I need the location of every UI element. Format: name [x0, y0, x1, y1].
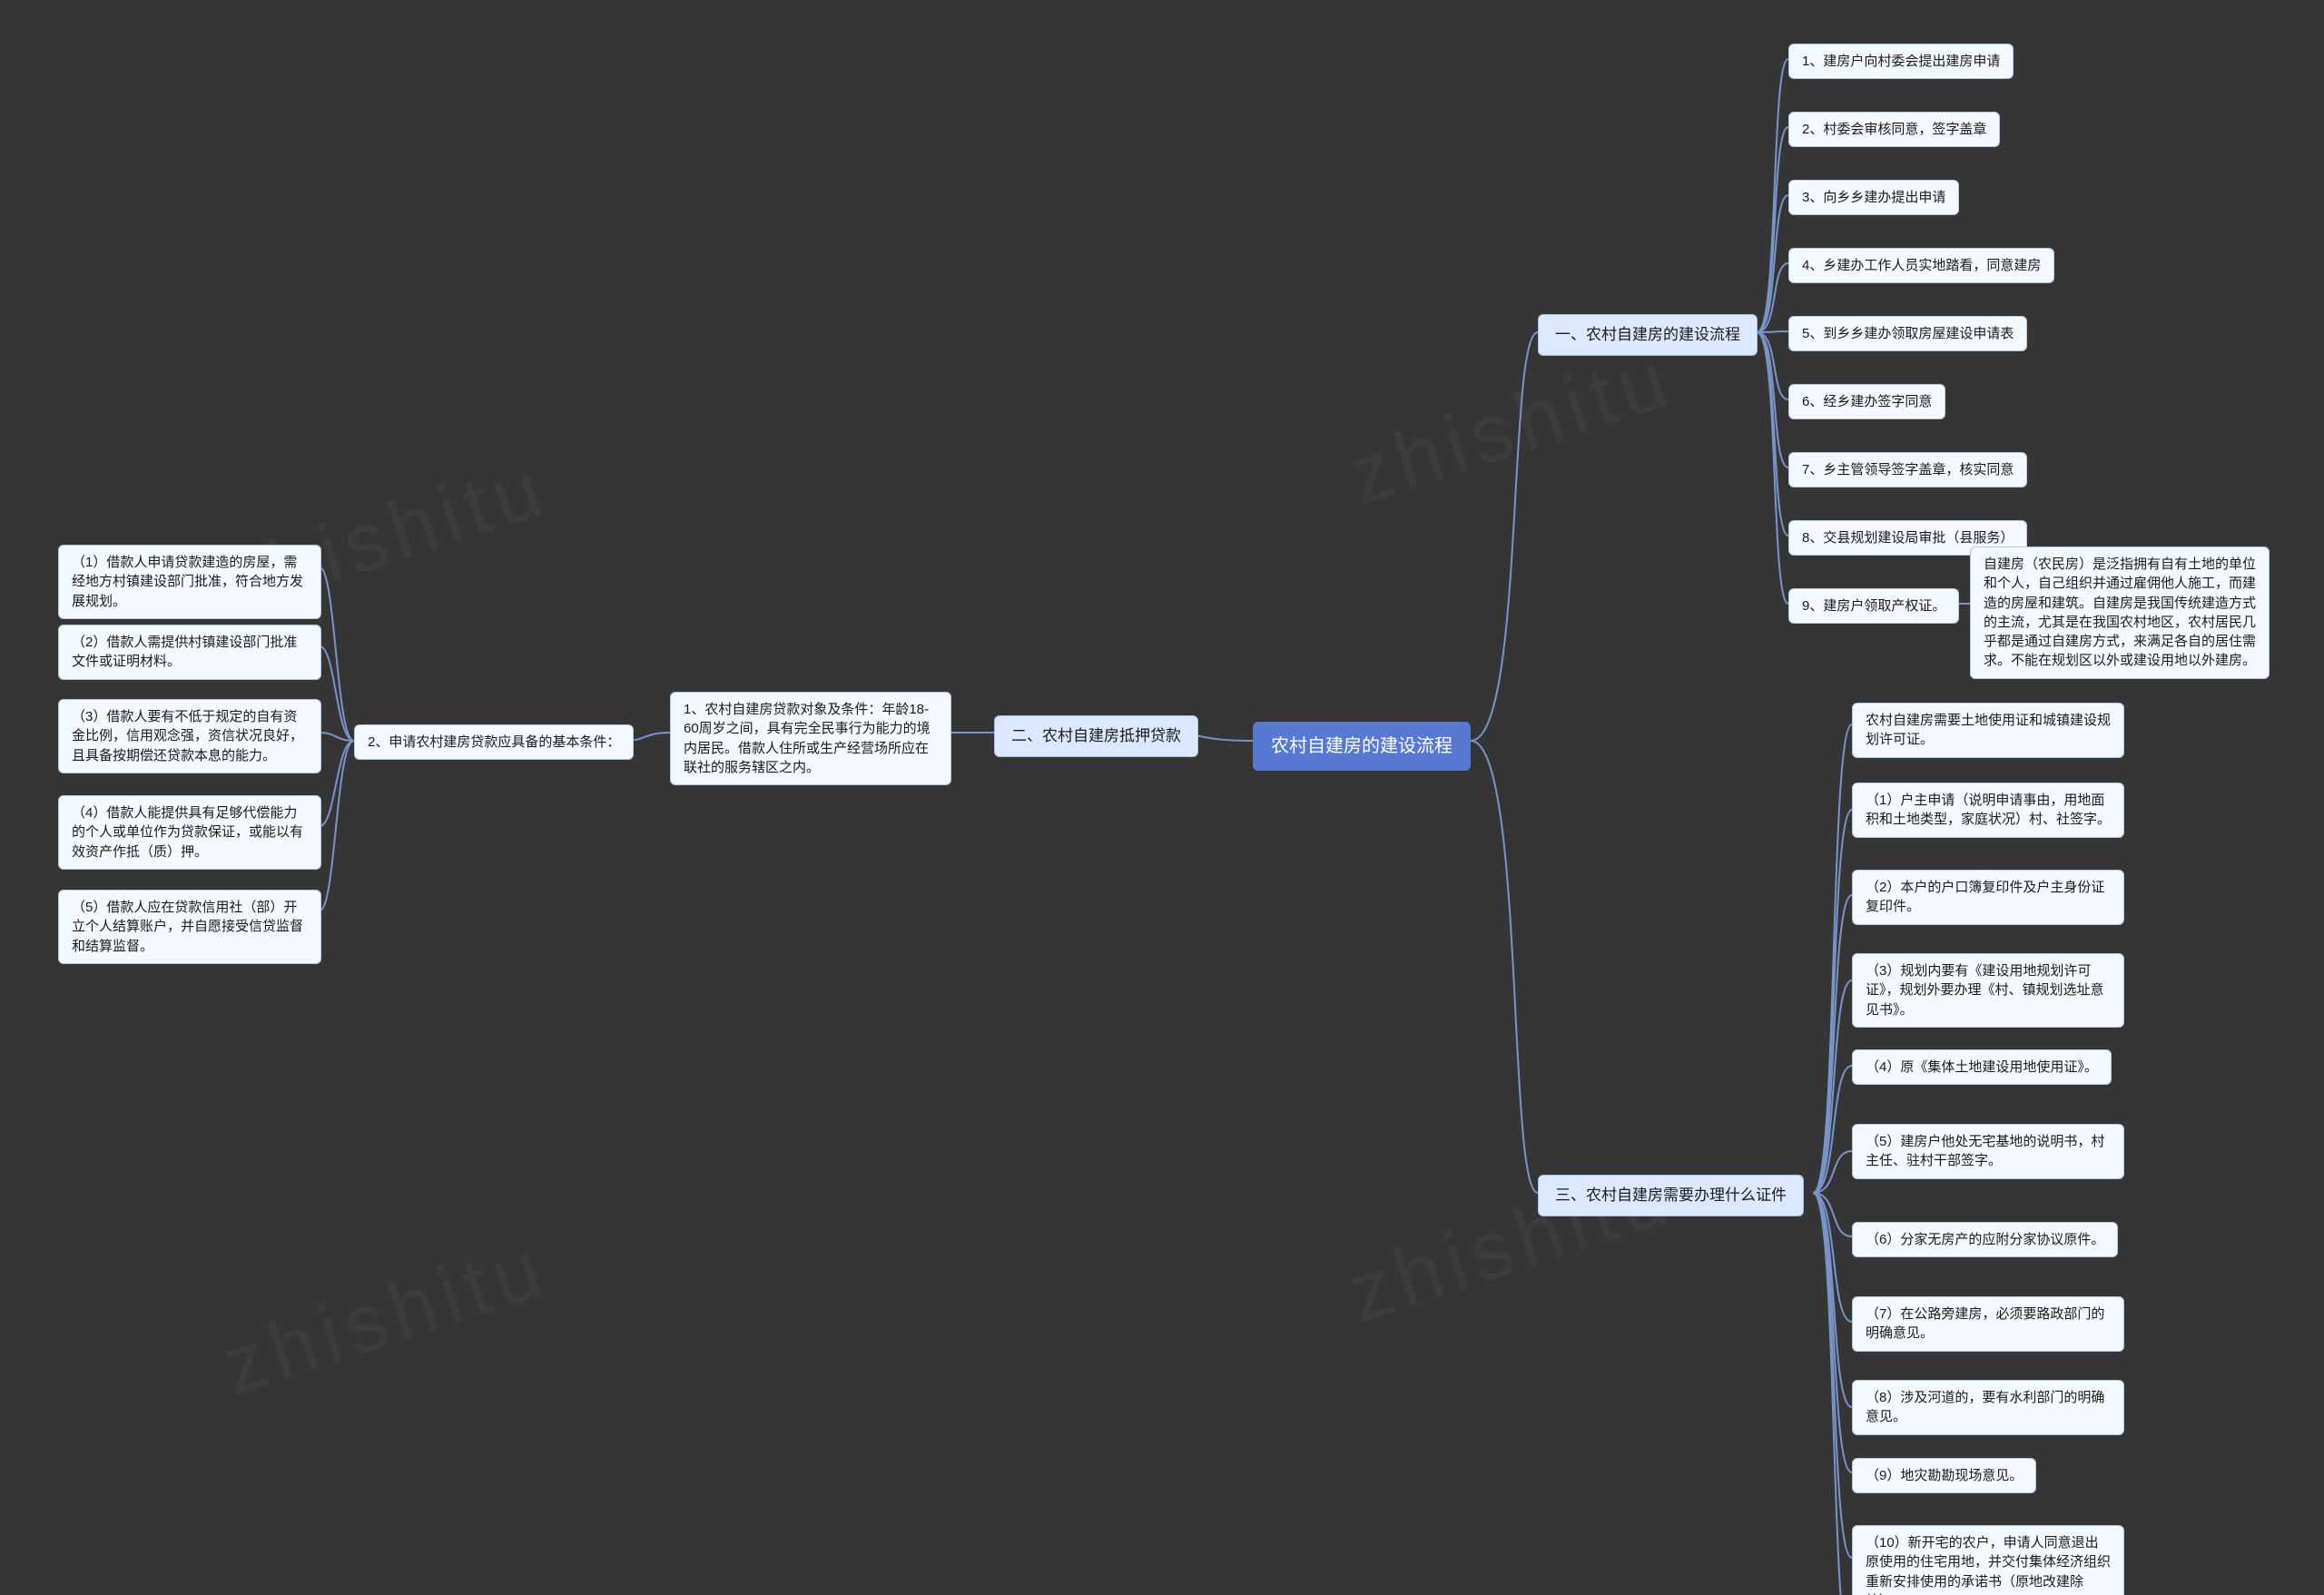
s3-item-7[interactable]: （7）在公路旁建房，必须要路政部门的明确意见。: [1852, 1296, 2124, 1352]
s2-cond-1[interactable]: （1）借款人申请贷款建造的房屋，需经地方村镇建设部门批准，符合地方发展规划。: [58, 545, 321, 619]
s1-item-2[interactable]: 2、村委会审核同意，签字盖章: [1788, 112, 2000, 147]
s1-item-9-note[interactable]: 自建房（农民房）是泛指拥有自有土地的单位和个人，自己组织并通过雇佣他人施工，而建…: [1970, 546, 2270, 679]
s3-item-10[interactable]: （10）新开宅的农户，申请人同意退出原使用的住宅用地，并交付集体经济组织重新安排…: [1852, 1525, 2124, 1595]
s1-item-5[interactable]: 5、到乡乡建办领取房屋建设申请表: [1788, 316, 2027, 351]
section2-title[interactable]: 二、农村自建房抵押贷款: [994, 715, 1198, 757]
s2-item-2[interactable]: 2、申请农村建房贷款应具备的基本条件：: [354, 724, 634, 760]
s2-cond-5[interactable]: （5）借款人应在贷款信用社（部）开立个人结算账户，并自愿接受信贷监督和结算监督。: [58, 890, 321, 964]
s1-item-4[interactable]: 4、乡建办工作人员实地踏看，同意建房: [1788, 248, 2054, 283]
s2-cond-2[interactable]: （2）借款人需提供村镇建设部门批准文件或证明材料。: [58, 625, 321, 680]
root-node[interactable]: 农村自建房的建设流程: [1253, 722, 1471, 771]
s1-item-6[interactable]: 6、经乡建办签字同意: [1788, 384, 1945, 419]
s3-item-8[interactable]: （8）涉及河道的，要有水利部门的明确意见。: [1852, 1380, 2124, 1435]
s1-item-1[interactable]: 1、建房户向村委会提出建房申请: [1788, 44, 2014, 79]
s1-item-7[interactable]: 7、乡主管领导签字盖章，核实同意: [1788, 452, 2027, 487]
s1-item-3[interactable]: 3、向乡乡建办提出申请: [1788, 180, 1959, 215]
section1-title[interactable]: 一、农村自建房的建设流程: [1538, 314, 1758, 356]
s3-item-0[interactable]: 农村自建房需要土地使用证和城镇建设规划许可证。: [1852, 703, 2124, 758]
s3-item-9[interactable]: （9）地灾勘勘现场意见。: [1852, 1458, 2036, 1493]
s2-item-1[interactable]: 1、农村自建房贷款对象及条件：年龄18-60周岁之间，具有完全民事行为能力的境内…: [670, 692, 951, 785]
s3-item-3[interactable]: （3）规划内要有《建设用地规划许可证》，规划外要办理《村、镇规划选址意见书》。: [1852, 953, 2124, 1028]
s3-item-1[interactable]: （1）户主申请（说明申请事由，用地面积和土地类型，家庭状况）村、社签字。: [1852, 783, 2124, 838]
s2-cond-3[interactable]: （3）借款人要有不低于规定的自有资金比例，信用观念强，资信状况良好，且具备按期偿…: [58, 699, 321, 773]
s3-item-2[interactable]: （2）本户的户口簿复印件及户主身份证复印件。: [1852, 870, 2124, 925]
s3-item-5[interactable]: （5）建房户他处无宅基地的说明书，村主任、驻村干部签字。: [1852, 1124, 2124, 1179]
s2-cond-4[interactable]: （4）借款人能提供具有足够代偿能力的个人或单位作为贷款保证，或能以有效资产作抵（…: [58, 795, 321, 870]
s1-item-9[interactable]: 9、建房户领取产权证。: [1788, 588, 1959, 624]
s3-item-4[interactable]: （4）原《集体土地建设用地使用证》。: [1852, 1049, 2112, 1085]
s3-item-6[interactable]: （6）分家无房产的应附分家协议原件。: [1852, 1222, 2118, 1257]
section3-title[interactable]: 三、农村自建房需要办理什么证件: [1538, 1175, 1804, 1216]
mindmap-canvas[interactable]: zhishitu zhishitu zhishitu zhishitu: [0, 0, 2324, 1595]
